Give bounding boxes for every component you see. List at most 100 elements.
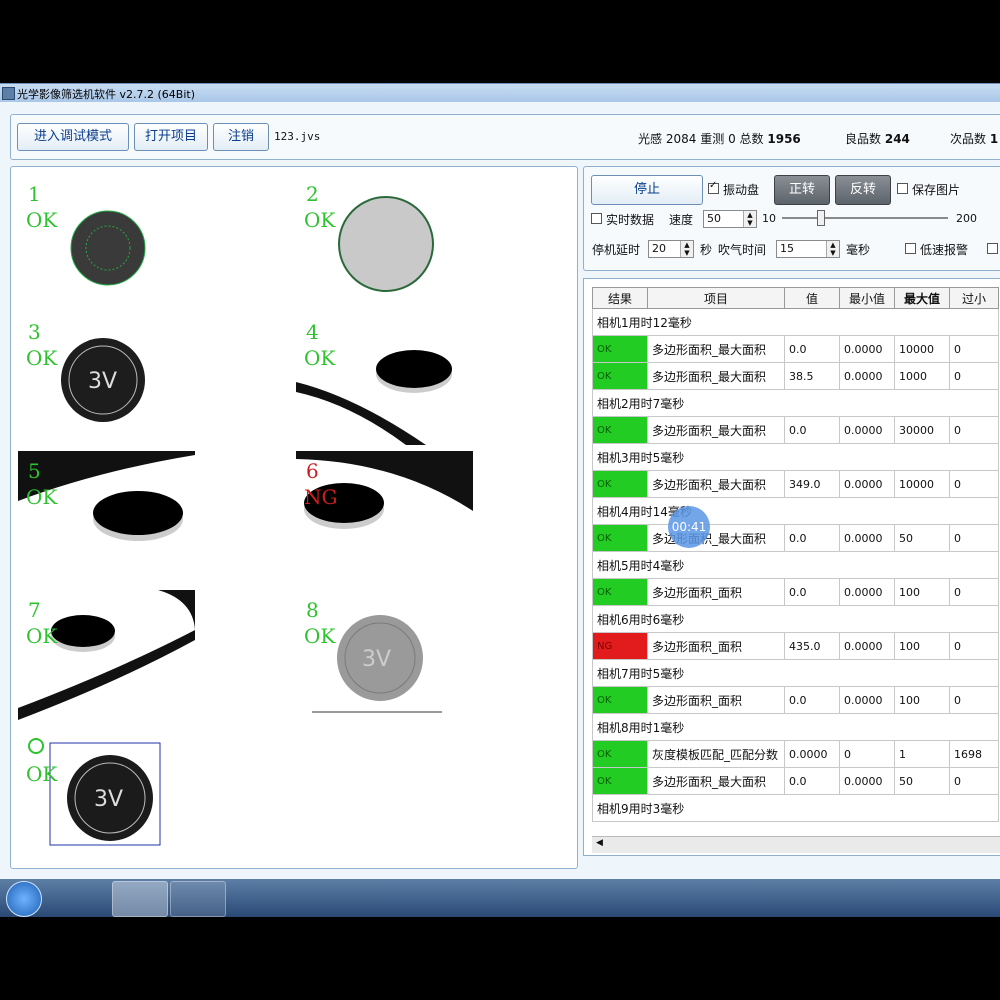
col-value[interactable]: 值 xyxy=(784,287,840,309)
table-group-row[interactable]: 相机1用时12毫秒 xyxy=(592,308,999,336)
table-row[interactable]: OK 多边形面积_最大面积 0.0 0.0000 50 0 xyxy=(592,767,999,795)
table-row[interactable]: OK 多边形面积_最大面积 0.0 0.0000 10000 0 xyxy=(592,335,999,363)
col-item[interactable]: 项目 xyxy=(647,287,785,309)
stop-delay-value: 20 xyxy=(652,242,666,255)
table-group-row[interactable]: 相机6用时6毫秒 xyxy=(592,605,999,633)
timer-overlay[interactable]: 00:41 xyxy=(668,506,710,548)
table-row[interactable]: NG 多边形面积_面积 435.0 0.0000 100 0 xyxy=(592,632,999,660)
table-group-row[interactable]: 相机3用时5毫秒 xyxy=(592,443,999,471)
group-label: 相机3用时5毫秒 xyxy=(592,443,999,471)
seconds-label: 秒 xyxy=(700,243,713,257)
cell-too-small: 1698 xyxy=(949,740,999,768)
camera-cell-6[interactable]: 6 NG xyxy=(296,451,473,584)
extra-checkbox[interactable] xyxy=(987,243,998,254)
table-group-row[interactable]: 相机4用时14毫秒 xyxy=(592,497,999,525)
table-row[interactable]: OK 多边形面积_最大面积 38.5 0.0000 1000 0 xyxy=(592,362,999,390)
camera-result: OK xyxy=(304,624,336,648)
spin-arrows-icon[interactable]: ▲ ▼ xyxy=(680,241,693,257)
speed-label: 速度 xyxy=(669,213,694,227)
reverse-button[interactable]: 反转 xyxy=(835,175,891,205)
taskbar-app-explorer-icon[interactable] xyxy=(170,881,226,917)
cell-result: OK xyxy=(592,686,648,714)
cell-max: 100 xyxy=(894,686,950,714)
cell-item: 多边形面积_面积 xyxy=(647,578,785,606)
realtime-checkbox[interactable] xyxy=(591,213,602,224)
blow-time-spinner[interactable]: 15 ▲ ▼ xyxy=(776,240,840,258)
camera-cell-3[interactable]: 3V 3 OK xyxy=(18,312,195,445)
camera-cell-9[interactable]: 3V OK xyxy=(18,728,195,861)
camera-cell-5[interactable]: 5 OK xyxy=(18,451,195,584)
speed-spinner[interactable]: 50 ▲ ▼ xyxy=(703,210,757,228)
camera-number: 2 xyxy=(306,182,319,206)
cell-result: OK xyxy=(592,335,648,363)
coin-image xyxy=(296,312,473,445)
camera-cell-1[interactable]: 1 OK xyxy=(18,174,195,307)
low-speed-alarm-checkbox[interactable] xyxy=(905,243,916,254)
start-button-icon[interactable] xyxy=(6,881,42,917)
spin-arrows-icon[interactable]: ▲ ▼ xyxy=(826,241,839,257)
cell-too-small: 0 xyxy=(949,686,999,714)
taskbar-app-inspection-icon[interactable] xyxy=(112,881,168,917)
vibrate-checkbox[interactable]: ✓ xyxy=(708,180,719,194)
table-group-row[interactable]: 相机8用时1毫秒 xyxy=(592,713,999,741)
cell-too-small: 0 xyxy=(949,416,999,444)
app-icon xyxy=(2,87,15,100)
camera-cell-7[interactable]: 7 OK xyxy=(18,590,195,723)
table-row[interactable]: OK 多边形面积_最大面积 0.0 0.0000 30000 0 xyxy=(592,416,999,444)
cell-min: 0.0000 xyxy=(839,578,895,606)
check-icon: ✓ xyxy=(709,180,718,191)
realtime-label: 实时数据 xyxy=(606,213,655,227)
table-row[interactable]: OK 多边形面积_面积 0.0 0.0000 100 0 xyxy=(592,578,999,606)
scroll-left-icon[interactable]: ◀ xyxy=(596,838,603,848)
light-label: 光感 xyxy=(638,132,663,146)
table-row[interactable]: OK 多边形面积_最大面积 349.0 0.0000 10000 0 xyxy=(592,470,999,498)
group-label: 相机9用时3毫秒 xyxy=(592,794,999,822)
light-value: 2084 xyxy=(665,132,697,146)
spin-arrows-icon[interactable]: ▲ ▼ xyxy=(743,211,756,227)
forward-button[interactable]: 正转 xyxy=(774,175,830,205)
group-label: 相机6用时6毫秒 xyxy=(592,605,999,633)
table-row[interactable]: OK 多边形面积_最大面积 0.0 0.0000 50 0 xyxy=(592,524,999,552)
cell-max: 10000 xyxy=(894,470,950,498)
taskbar-app-tool-icon[interactable] xyxy=(54,881,110,917)
speed-slider-thumb[interactable] xyxy=(816,210,825,226)
cell-result: OK xyxy=(592,524,648,552)
stop-button[interactable]: 停止 xyxy=(591,175,703,205)
stop-delay-spinner[interactable]: 20 ▲ ▼ xyxy=(648,240,694,258)
col-too-small[interactable]: 过小 xyxy=(949,287,999,309)
cell-result: OK xyxy=(592,416,648,444)
speed-slider-track[interactable] xyxy=(782,210,948,226)
table-group-row[interactable]: 相机7用时5毫秒 xyxy=(592,659,999,687)
table-horizontal-scrollbar[interactable]: ◀ xyxy=(592,836,1000,853)
save-image-checkbox[interactable] xyxy=(897,183,908,194)
cell-result: OK xyxy=(592,767,648,795)
blow-time-label: 吹气时间 xyxy=(718,243,767,257)
camera-cell-4[interactable]: 4 OK xyxy=(296,312,473,445)
cell-item: 多边形面积_最大面积 xyxy=(647,470,785,498)
window-title-bar[interactable]: 光学影像筛选机软件 v2.7.2 (64Bit) xyxy=(0,83,1000,103)
cell-min: 0.0000 xyxy=(839,767,895,795)
camera-cell-8[interactable]: 3V 8 OK xyxy=(296,590,473,723)
table-group-row[interactable]: 相机5用时4毫秒 xyxy=(592,551,999,579)
col-result[interactable]: 结果 xyxy=(592,287,648,309)
logout-button[interactable]: 注销 xyxy=(213,123,269,151)
camera-number: 6 xyxy=(306,459,319,483)
good-label: 良品数 xyxy=(845,132,882,146)
cell-item: 灰度模板匹配_匹配分数 xyxy=(647,740,785,768)
table-group-row[interactable]: 相机9用时3毫秒 xyxy=(592,794,999,822)
cell-too-small: 0 xyxy=(949,335,999,363)
camera-cell-2[interactable]: 2 OK xyxy=(296,174,473,307)
col-max[interactable]: 最大值 xyxy=(894,287,950,309)
cell-too-small: 0 xyxy=(949,578,999,606)
cell-value: 435.0 xyxy=(784,632,840,660)
camera-number: 5 xyxy=(28,459,41,483)
table-row[interactable]: OK 多边形面积_面积 0.0 0.0000 100 0 xyxy=(592,686,999,714)
table-row[interactable]: OK 灰度模板匹配_匹配分数 0.0000 0 1 1698 xyxy=(592,740,999,768)
open-project-button[interactable]: 打开项目 xyxy=(134,123,208,151)
table-group-row[interactable]: 相机2用时7毫秒 xyxy=(592,389,999,417)
col-min[interactable]: 最小值 xyxy=(839,287,895,309)
cell-too-small: 0 xyxy=(949,767,999,795)
debug-mode-button[interactable]: 进入调试模式 xyxy=(17,123,129,151)
cell-too-small: 0 xyxy=(949,470,999,498)
cell-result: OK xyxy=(592,578,648,606)
